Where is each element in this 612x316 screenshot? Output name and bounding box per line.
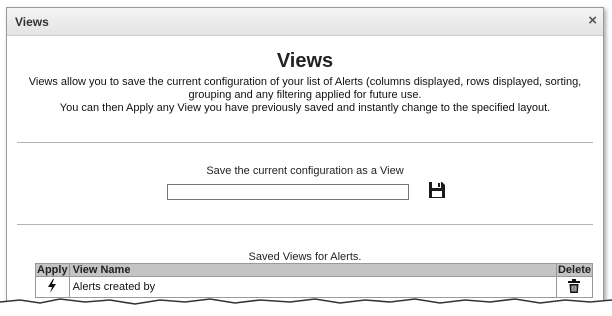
apply-cell <box>35 276 70 298</box>
dialog-titlebar: Views × <box>7 8 603 36</box>
table-row: Alerts created by <box>35 276 594 298</box>
saved-views-table: Apply View Name Delete Alerts created by <box>35 263 594 298</box>
column-header-delete: Delete <box>555 263 594 277</box>
close-icon[interactable]: × <box>588 12 597 30</box>
divider <box>17 224 593 225</box>
delete-cell <box>555 276 594 298</box>
description-line-2: You can then Apply any View you have pre… <box>59 102 551 114</box>
save-view-label: Save the current configuration as a View <box>206 165 404 177</box>
view-name-input[interactable] <box>167 184 409 200</box>
views-dialog: Views × Views Views allow you to save th… <box>6 7 604 307</box>
column-header-apply: Apply <box>35 263 70 277</box>
torn-edge <box>0 298 612 316</box>
divider <box>17 142 593 143</box>
description: Views allow you to save the current conf… <box>15 76 595 115</box>
floppy-disk-icon <box>429 182 445 198</box>
delete-view-button[interactable] <box>568 278 581 296</box>
table-header-row: Apply View Name Delete <box>35 263 594 277</box>
description-line-1: Views allow you to save the current conf… <box>28 76 582 101</box>
saved-views-label: Saved Views for Alerts. <box>248 251 362 263</box>
view-name-cell: Alerts created by <box>68 276 557 298</box>
save-view-button[interactable] <box>427 180 447 200</box>
page-title: Views <box>276 50 334 72</box>
column-header-view-name: View Name <box>68 263 557 277</box>
lightning-bolt-icon <box>48 278 57 293</box>
trash-icon <box>568 278 581 293</box>
apply-view-button[interactable] <box>47 278 57 296</box>
dialog-title: Views <box>15 15 49 29</box>
